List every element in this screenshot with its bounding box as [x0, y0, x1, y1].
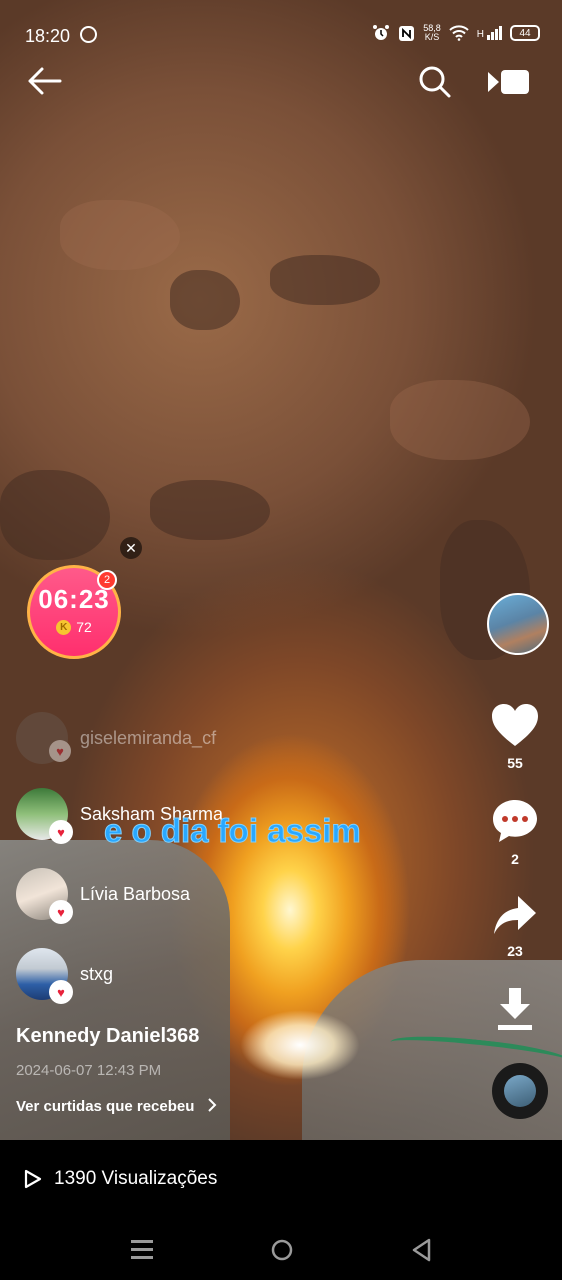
heart-badge-icon: ♥ — [49, 820, 73, 844]
rock — [150, 480, 270, 540]
search-icon[interactable] — [418, 65, 452, 99]
rock — [60, 200, 180, 270]
chevron-right-icon — [207, 1098, 217, 1112]
recent-apps-icon[interactable] — [130, 1238, 154, 1260]
coin-icon: K — [56, 619, 72, 635]
post-date: 2024-06-07 12:43 PM — [16, 1062, 162, 1079]
download-icon[interactable] — [495, 986, 535, 1034]
liker-name: Lívia Barbosa — [80, 883, 191, 904]
share-count: 23 — [507, 943, 523, 959]
comment-count: 2 — [511, 851, 519, 867]
comment-action[interactable]: 2 — [484, 798, 546, 867]
battery-indicator: 44 — [510, 25, 540, 41]
heart-badge-icon: ♥ — [49, 740, 71, 762]
rock — [0, 470, 110, 560]
views-count: 1390 Visualizações — [24, 1168, 217, 1190]
navigation-bar — [0, 1220, 562, 1280]
nfc-icon — [399, 25, 415, 41]
rock — [170, 270, 240, 330]
heart-badge-icon: ♥ — [49, 980, 73, 1004]
status-icons: 58,8 K/S H 44 — [372, 24, 540, 42]
alarm-icon — [373, 25, 390, 40]
like-action[interactable]: 55 — [484, 702, 546, 771]
liker-name: stxg — [80, 963, 114, 984]
play-icon — [24, 1169, 42, 1189]
liker-item[interactable]: ♥ stxg — [16, 948, 114, 1004]
share-action[interactable]: 23 — [484, 894, 546, 959]
close-timer-button[interactable]: ✕ — [120, 537, 142, 559]
download-action[interactable] — [484, 986, 546, 1039]
signal-icon: H — [477, 26, 502, 40]
views-label: 1390 Visualizações — [54, 1168, 218, 1189]
light-glow — [240, 1010, 360, 1080]
back-arrow-icon[interactable] — [26, 66, 62, 96]
wifi-icon — [449, 25, 469, 41]
home-icon[interactable] — [270, 1238, 294, 1262]
liker-name: giselemiranda_cf — [80, 727, 217, 748]
timer-notification-badge: 2 — [97, 570, 117, 590]
rock — [270, 255, 380, 305]
coin-count: 72 — [76, 619, 92, 635]
network-type: H — [476, 29, 484, 40]
whatsapp-icon — [80, 26, 97, 43]
comment-icon[interactable] — [491, 798, 539, 844]
liker-item[interactable]: ♥ Lívia Barbosa — [16, 868, 191, 924]
share-arrow-icon[interactable] — [492, 894, 538, 936]
network-speed: 58,8 K/S — [423, 24, 441, 42]
views-bar: 1390 Visualizações — [0, 1140, 562, 1220]
received-likes-link[interactable]: Ver curtidas que recebeu — [16, 1098, 219, 1115]
like-count: 55 — [507, 755, 523, 771]
author-name[interactable]: Kennedy Daniel368 — [16, 1025, 199, 1048]
heart-badge-icon: ♥ — [49, 900, 73, 924]
author-avatar[interactable] — [487, 593, 549, 655]
timer-coins: K 72 — [30, 619, 118, 635]
liker-item[interactable]: ♥ giselemiranda_cf — [16, 712, 216, 764]
music-disc[interactable] — [492, 1063, 548, 1119]
status-time: 18:20 — [25, 26, 71, 46]
network-speed-unit: K/S — [424, 32, 440, 42]
video-caption-overlay: e o dia foi assim — [104, 812, 362, 850]
received-likes-label: Ver curtidas que recebeu — [16, 1098, 195, 1115]
top-bar — [0, 60, 562, 104]
music-disc-cover — [504, 1075, 536, 1107]
rock — [390, 380, 530, 460]
heart-icon[interactable] — [490, 702, 540, 748]
back-nav-icon[interactable] — [410, 1237, 432, 1263]
video-camera-icon[interactable] — [486, 68, 530, 96]
